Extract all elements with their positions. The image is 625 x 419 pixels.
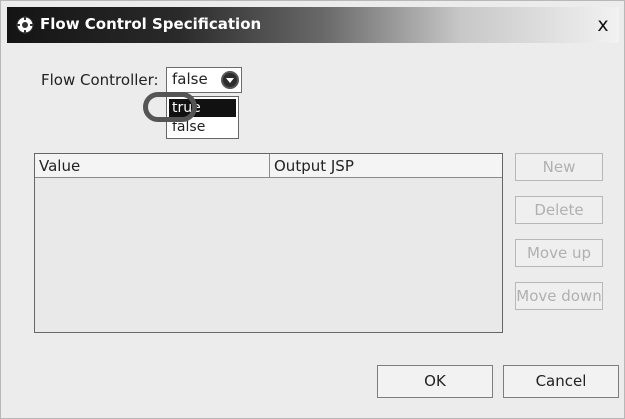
flow-control-specification-dialog: Flow Control Specification x Flow Contro… — [0, 0, 625, 419]
close-icon[interactable]: x — [591, 13, 615, 37]
dialog-title: Flow Control Specification — [40, 15, 262, 33]
selection-highlight-ring — [143, 92, 197, 122]
new-button[interactable]: New — [515, 153, 603, 181]
flow-controller-label: Flow Controller: — [41, 71, 159, 89]
output-jsp-column-header[interactable]: Output JSP — [270, 154, 502, 178]
dialog-titlebar[interactable]: Flow Control Specification x — [7, 7, 619, 43]
delete-button[interactable]: Delete — [515, 196, 603, 224]
settings-icon — [16, 16, 34, 34]
move-down-button[interactable]: Move down — [515, 282, 603, 310]
value-column-header[interactable]: Value — [35, 154, 270, 178]
move-up-button[interactable]: Move up — [515, 239, 603, 267]
flow-values-table: Value Output JSP — [34, 153, 503, 333]
cancel-button[interactable]: Cancel — [503, 365, 619, 398]
ok-button[interactable]: OK — [377, 365, 493, 398]
flow-controller-select[interactable]: false — [166, 67, 242, 93]
flow-controller-selected-value: false — [172, 70, 208, 88]
chevron-down-icon[interactable] — [221, 71, 239, 89]
table-header: Value Output JSP — [35, 154, 502, 178]
